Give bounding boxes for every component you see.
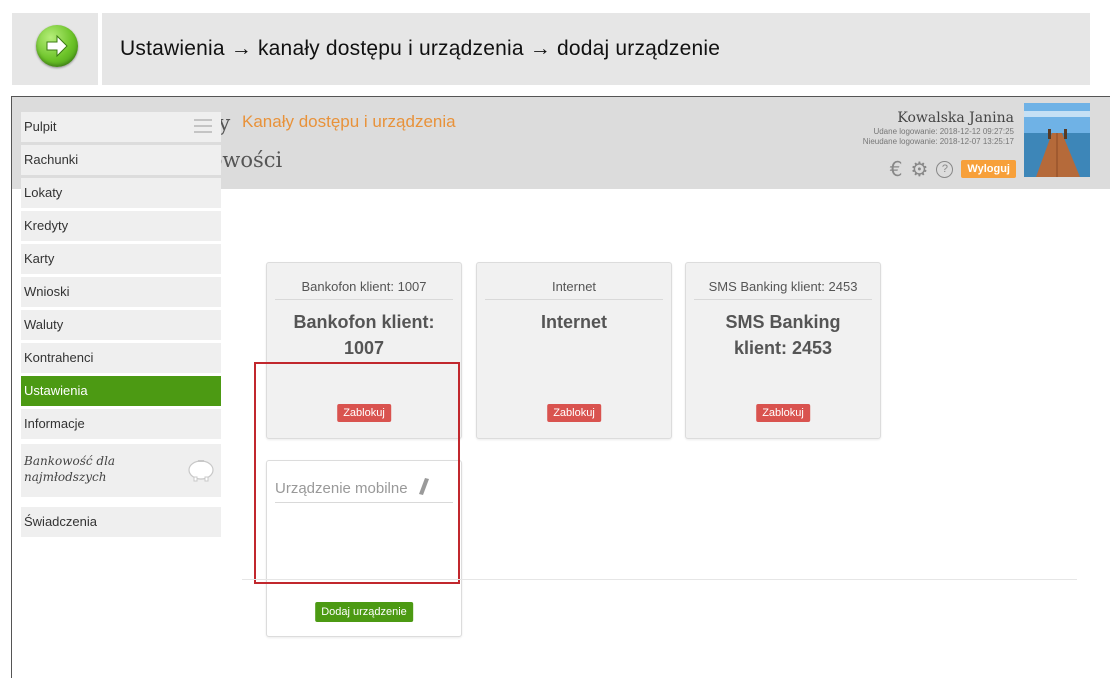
card-header: Internet bbox=[485, 279, 663, 300]
sidebar-item-label: Świadczenia bbox=[24, 514, 97, 529]
login-success-info: Udane logowanie: 2018-12-12 09:27:25 bbox=[873, 127, 1014, 136]
green-arrow-right-icon bbox=[36, 25, 78, 67]
block-button[interactable]: Zablokuj bbox=[756, 404, 810, 422]
header-tools: € ⚙ ? Wyloguj bbox=[890, 159, 1016, 179]
sidebar-item-waluty[interactable]: Waluty bbox=[21, 310, 221, 340]
add-device-button[interactable]: Dodaj urządzenie bbox=[315, 602, 413, 622]
sidebar-item-informacje[interactable]: Informacje bbox=[21, 409, 221, 439]
login-failed-info: Nieudane logowanie: 2018-12-07 13:25:17 bbox=[862, 137, 1014, 146]
kids-banking-label: Bankowość dla najmłodszych bbox=[24, 453, 154, 485]
sidebar-item-label: Waluty bbox=[24, 317, 64, 332]
block-button[interactable]: Zablokuj bbox=[547, 404, 601, 422]
sidebar-item-label: Lokaty bbox=[24, 185, 63, 200]
content-divider bbox=[242, 579, 1077, 580]
highlight-box bbox=[254, 362, 460, 584]
sidebar-item-kontrahenci[interactable]: Kontrahenci bbox=[21, 343, 221, 373]
sidebar-item-kids-banking[interactable]: Bankowość dla najmłodszych bbox=[21, 444, 221, 497]
card-title-line2: 1007 bbox=[343, 338, 385, 358]
settings-gear-icon[interactable]: ⚙ bbox=[910, 159, 928, 179]
kids-banking-line2: najmłodszych bbox=[24, 470, 107, 484]
card-title-line1: SMS Banking bbox=[725, 312, 841, 332]
user-name: Kowalska Janina bbox=[897, 110, 1014, 126]
sidebar-item-rachunki[interactable]: Rachunki bbox=[21, 145, 221, 175]
sidebar-item-lokaty[interactable]: Lokaty bbox=[21, 178, 221, 208]
sidebar-menu: Pulpit Rachunki Lokaty Kredyty Karty Wni… bbox=[21, 112, 221, 540]
channel-card-sms-banking: SMS Banking klient: 2453 SMS Banking kli… bbox=[685, 262, 881, 439]
sidebar-item-karty[interactable]: Karty bbox=[21, 244, 221, 274]
sidebar-item-label: Rachunki bbox=[24, 152, 79, 167]
card-title-line1: Internet bbox=[540, 312, 607, 332]
user-info: Kowalska Janina Udane logowanie: 2018-12… bbox=[863, 110, 1014, 147]
piggy-bank-icon bbox=[188, 460, 214, 482]
card-title: SMS Banking klient: 2453 bbox=[700, 309, 866, 361]
sidebar-item-label: Informacje bbox=[24, 416, 85, 431]
channel-card-internet: Internet Internet Zablokuj bbox=[476, 262, 672, 439]
currency-euro-icon[interactable]: € bbox=[890, 159, 903, 179]
menu-hamburger-icon[interactable] bbox=[194, 119, 212, 137]
sidebar-item-kredyty[interactable]: Kredyty bbox=[21, 211, 221, 241]
user-avatar bbox=[1024, 103, 1090, 177]
card-header: Bankofon klient: 1007 bbox=[275, 279, 453, 300]
page-title: Kanały dostępu i urządzenia bbox=[242, 112, 456, 131]
sidebar-item-label: Wnioski bbox=[24, 284, 70, 299]
logout-button[interactable]: Wyloguj bbox=[961, 160, 1016, 178]
card-title-line1: Bankofon klient: bbox=[293, 312, 435, 332]
sidebar-item-pulpit[interactable]: Pulpit bbox=[21, 112, 221, 142]
instruction-breadcrumb: Ustawienia → kanały dostępu i urządzenia… bbox=[120, 37, 721, 60]
help-icon[interactable]: ? bbox=[936, 160, 954, 178]
sidebar-item-ustawienia[interactable]: Ustawienia bbox=[21, 376, 221, 406]
instruction-banner: Ustawienia → kanały dostępu i urządzenia… bbox=[0, 0, 1110, 90]
banner-title-box: Ustawienia → kanały dostępu i urządzenia… bbox=[102, 13, 1090, 85]
card-title-line2: klient: 2453 bbox=[733, 338, 833, 358]
sidebar-item-label: Ustawienia bbox=[24, 383, 88, 398]
card-title: Bankofon klient: 1007 bbox=[281, 309, 447, 361]
card-header: SMS Banking klient: 2453 bbox=[694, 279, 872, 300]
sidebar-item-swiadczenia[interactable]: Świadczenia bbox=[21, 507, 221, 537]
sidebar-item-label: Karty bbox=[24, 251, 55, 266]
banner-icon-box bbox=[12, 13, 98, 85]
sidebar-item-label: Pulpit bbox=[24, 119, 57, 134]
sidebar-item-label: Kontrahenci bbox=[24, 350, 94, 365]
sidebar-item-label: Kredyty bbox=[24, 218, 69, 233]
kids-banking-line1: Bankowość dla bbox=[24, 454, 116, 468]
card-title: Internet bbox=[491, 309, 657, 335]
sidebar-item-wnioski[interactable]: Wnioski bbox=[21, 277, 221, 307]
